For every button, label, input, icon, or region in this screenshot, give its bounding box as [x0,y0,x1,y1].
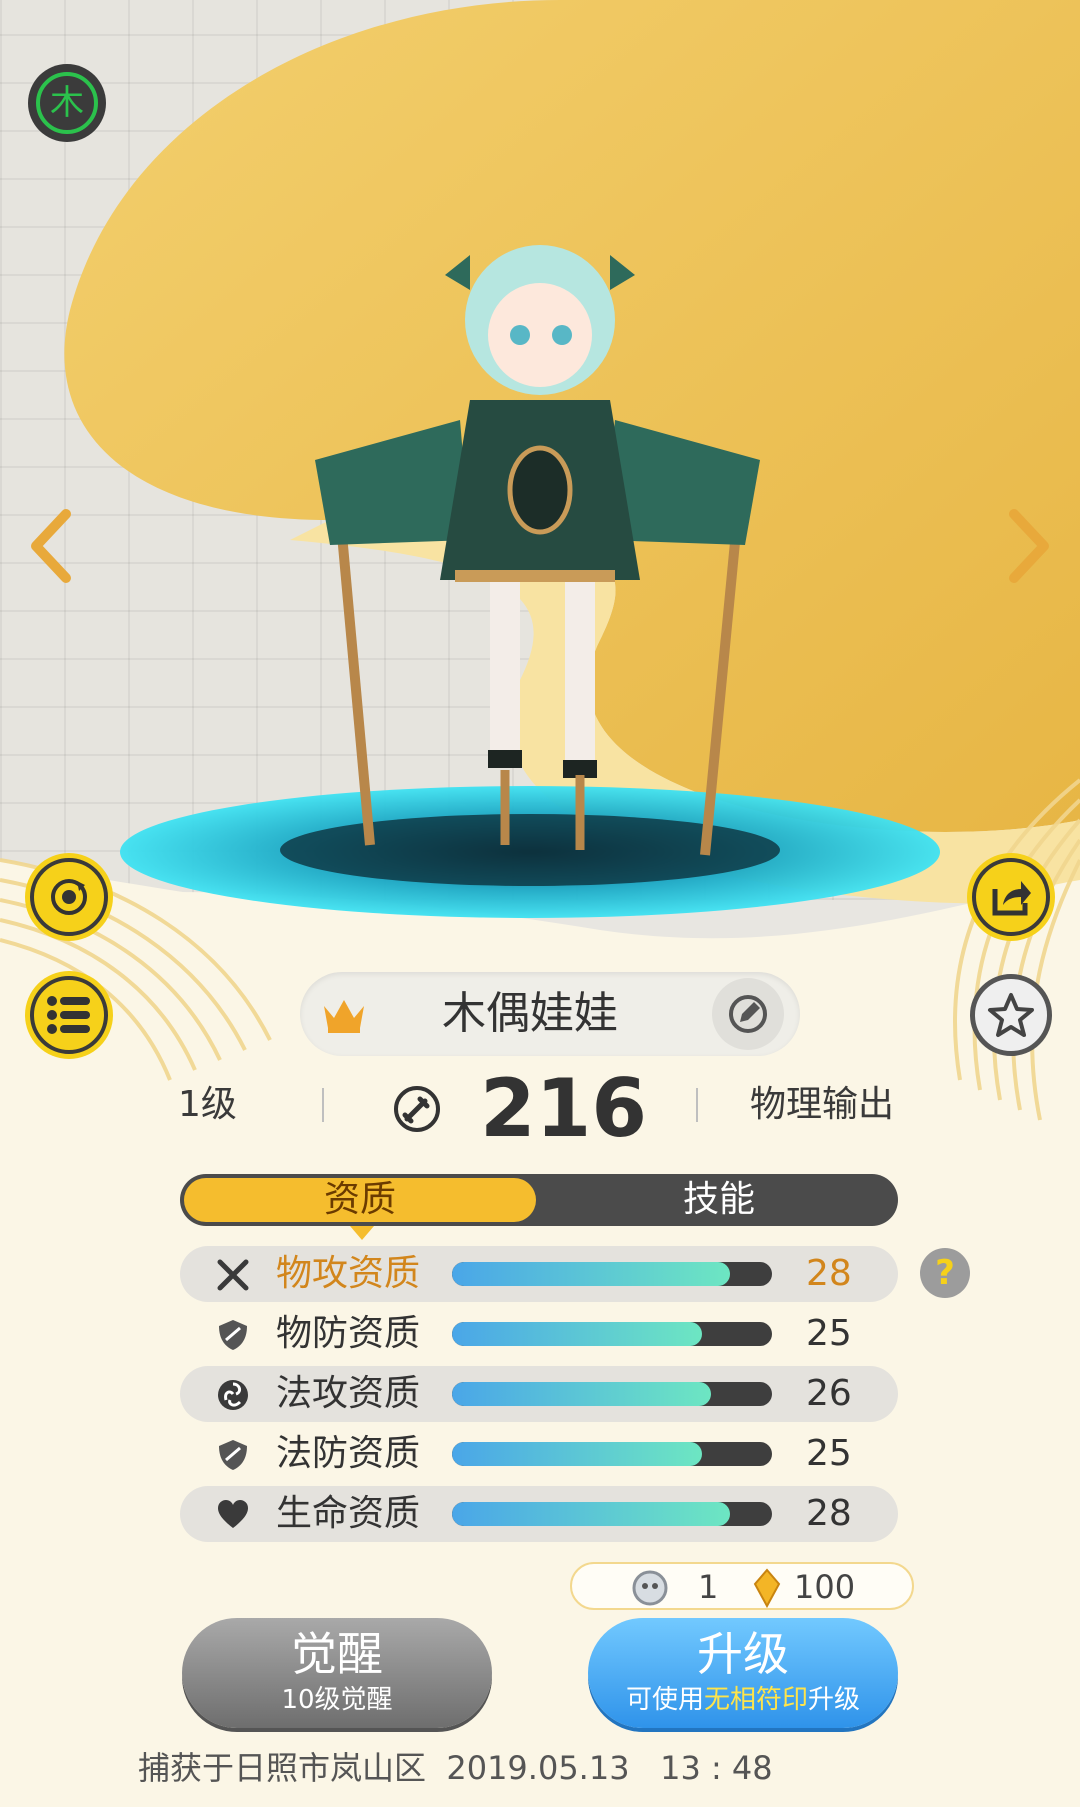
tab-bar: 资质 技能 [180,1174,898,1226]
combat-power-icon [394,1086,440,1132]
stat-bar-fill [452,1442,702,1466]
stat-label: 法防资质 [276,1433,421,1474]
stat-value: 26 [806,1373,852,1414]
crystal-count: 100 [794,1568,856,1606]
upgrade-subtitle-item: 无相符印 [703,1685,808,1715]
next-arrow-icon[interactable] [998,506,1058,586]
stat-bar-fill [452,1502,731,1526]
upgrade-button-title: 升级 [697,1627,789,1681]
stat-label: 法攻资质 [276,1373,421,1414]
star-icon [988,993,1034,1037]
list-icon [47,996,90,1034]
stat-label: 物攻资质 [276,1253,421,1294]
tab-skills[interactable]: 技能 [540,1174,898,1226]
shield-icon [219,1440,247,1470]
stat-value: 25 [806,1433,852,1474]
shield-icon [219,1320,247,1350]
stat-row-health: 生命资质 28 [180,1486,898,1542]
previous-arrow-icon[interactable] [22,506,82,586]
stat-bar-fill [452,1382,712,1406]
stat-value: 25 [806,1313,852,1354]
stat-row-magic-defense: 法防资质 25 [180,1426,898,1482]
stat-bar-fill [452,1322,702,1346]
stat-value: 28 [806,1493,852,1534]
menu-list-button[interactable] [30,976,108,1054]
awaken-button[interactable]: 觉醒 10级觉醒 [182,1618,492,1728]
refresh-button[interactable] [30,858,108,936]
crown-icon [324,1000,364,1033]
stat-bar [452,1322,772,1346]
edit-pencil-icon [729,995,767,1033]
divider [322,1088,324,1122]
upgrade-cost: 1 100 [570,1562,914,1610]
upgrade-subtitle-suffix: 升级 [808,1685,861,1715]
stat-row-magic-attack: 法攻资质 26 [180,1366,898,1422]
stat-bar [452,1502,772,1526]
swirl-icon [218,1380,248,1410]
crystal-icon [753,1568,781,1608]
tab-aptitude[interactable]: 资质 [184,1178,536,1222]
stat-bar [452,1382,772,1406]
refresh-icon [51,879,87,915]
material-orb-icon [632,1570,668,1606]
awaken-button-title: 觉醒 [291,1627,383,1681]
share-icon [992,881,1031,916]
share-button[interactable] [972,858,1050,936]
stat-bar [452,1262,772,1286]
upgrade-button[interactable]: 升级 可使用无相符印升级 [588,1618,898,1728]
stat-bar [452,1442,772,1466]
stat-label: 物防资质 [276,1313,421,1354]
character-role: 物理输出 [750,1084,895,1125]
crossed-swords-icon [217,1259,249,1291]
stat-row-physical-attack: 物攻资质 28 [180,1246,898,1302]
stat-row-physical-defense: 物防资质 25 [180,1306,898,1362]
tab-pointer [350,1226,374,1240]
awaken-button-subtitle: 10级觉醒 [281,1685,393,1715]
element-badge-label: 木 [50,83,84,123]
favorite-button[interactable] [970,974,1052,1056]
upgrade-button-subtitle: 可使用无相符印升级 [588,1684,898,1716]
heart-icon [218,1500,248,1528]
divider [696,1088,698,1122]
stat-label: 生命资质 [276,1493,421,1534]
rename-button[interactable] [712,978,784,1050]
character-name: 木偶娃娃 [442,988,618,1039]
upgrade-subtitle-prefix: 可使用 [625,1685,704,1715]
stat-bar-fill [452,1262,731,1286]
capture-info: 捕获于日照市岚山区 2019.05.13 13 : 48 [138,1749,773,1787]
element-wood-badge: 木 [28,64,106,142]
character-level: 1级 [178,1084,237,1125]
combat-power-value: 216 [480,1062,647,1155]
material-count: 1 [698,1568,719,1606]
help-button[interactable]: ? [920,1248,970,1298]
stat-value: 28 [806,1253,852,1294]
